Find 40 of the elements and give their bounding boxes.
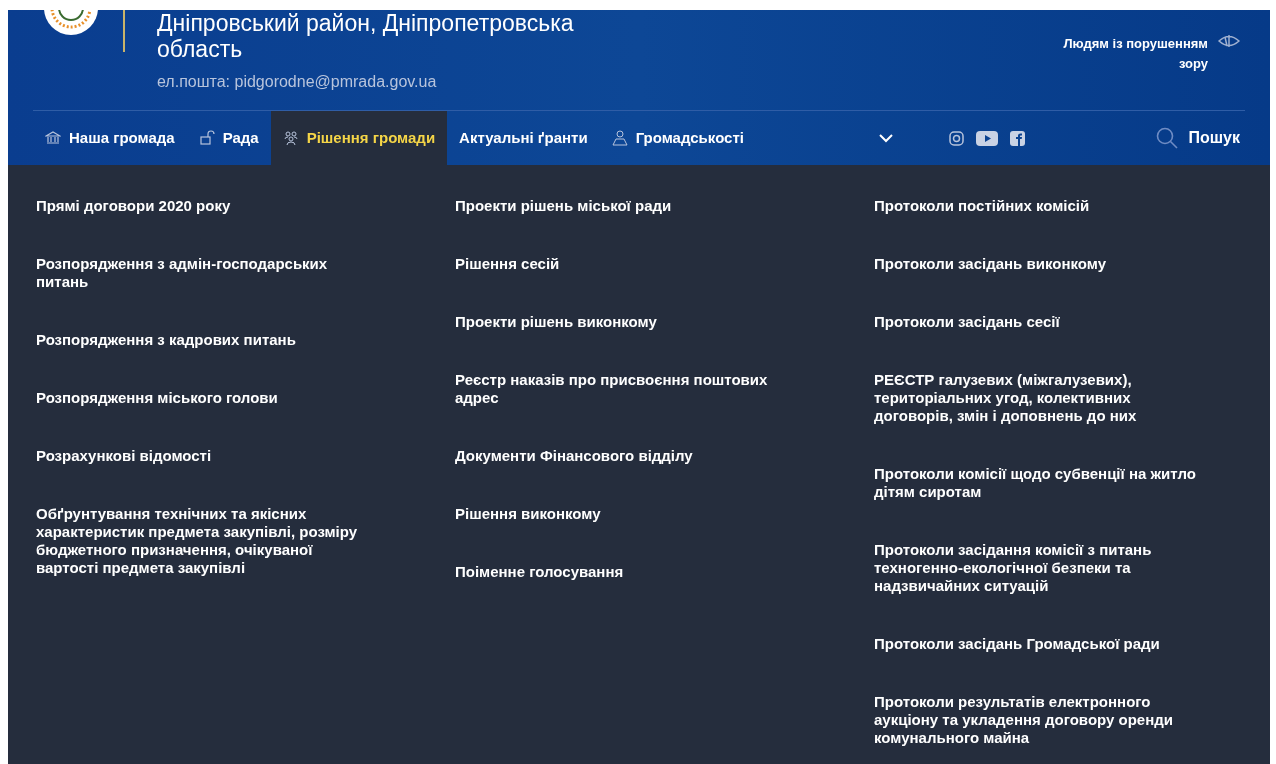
menu-link[interactable]: Протоколи результатів електронного аукціону та укладення договору оренди комунального майна (874, 693, 1204, 747)
menu-link[interactable]: Рішення виконкому (455, 505, 785, 523)
menu-link[interactable]: Документи Фінансового відділу (455, 447, 785, 465)
person-icon (611, 130, 628, 146)
nav-tab[interactable]: Рішення громади (270, 111, 448, 165)
menu-link[interactable]: Протоколи засідань виконкому (874, 255, 1204, 273)
menu-link[interactable]: Обґрунтування технічних та якісних характеристик предмета закупівлі, розміру бюджетного призначення, очікуваної вартості предмета закупівлі (36, 505, 366, 577)
nav-tab[interactable]: Актуальні ґранти (447, 111, 600, 165)
people-icon (282, 130, 299, 146)
menu-link[interactable]: Рішення сесій (455, 255, 785, 273)
menu-link[interactable]: Розпорядження з адмін-господарських питань (36, 255, 366, 291)
menu-link[interactable]: Поіменне голосування (455, 563, 785, 581)
search-label[interactable]: Пошук (1188, 126, 1240, 150)
menu-link[interactable]: Проекти рішень виконкому (455, 313, 785, 331)
search-icon[interactable] (1156, 127, 1179, 149)
menu-link[interactable]: Розпорядження з кадрових питань (36, 331, 366, 349)
youtube-icon[interactable] (975, 130, 998, 146)
menu-link[interactable]: Розрахункові відомості (36, 447, 366, 465)
menu-link[interactable]: Розпорядження міського голови (36, 389, 366, 407)
nav-tab[interactable]: Громадськості (599, 111, 756, 165)
menu-link[interactable]: Протоколи постійних комісій (874, 197, 1204, 215)
nav-tab[interactable]: Рада (186, 111, 271, 165)
eye-icon (1218, 34, 1240, 48)
menu-link[interactable]: Проекти рішень міської ради (455, 197, 785, 215)
menu-link[interactable]: Протоколи комісії щодо субвенції на житло дітям сиротам (874, 465, 1204, 501)
email-text: ел.пошта: pidgorodne@pmrada.gov.ua (157, 72, 438, 92)
menu-link[interactable]: Прямі договори 2020 року (36, 197, 366, 215)
instagram-icon[interactable] (948, 130, 964, 146)
chevron-down-icon[interactable] (877, 133, 894, 143)
menu-link[interactable]: Протоколи засідання комісії з питань техногенно-екологічної безпеки та надзвичайних ситуацій (874, 541, 1204, 595)
menu-link[interactable]: Реєстр наказів про присвоєння поштових адрес (455, 371, 785, 407)
menu-link[interactable]: Протоколи засідань Громадської ради (874, 635, 1204, 653)
padlock-icon (198, 130, 215, 146)
bank-icon (45, 130, 61, 146)
nav-tab[interactable]: Наша громада (33, 111, 187, 165)
facebook-icon[interactable] (1009, 130, 1025, 146)
site-title: Дніпровський район, Дніпропетровська область (157, 10, 575, 62)
menu-link[interactable]: Протоколи засідань сесії (874, 313, 1204, 331)
accessibility-link[interactable]: Людям із порушенням зору (1038, 34, 1208, 74)
menu-link[interactable]: РЕЄСТР галузевих (міжгалузевих), територіальних угод, колективних договорів, змін і доповнень до них (874, 371, 1204, 425)
